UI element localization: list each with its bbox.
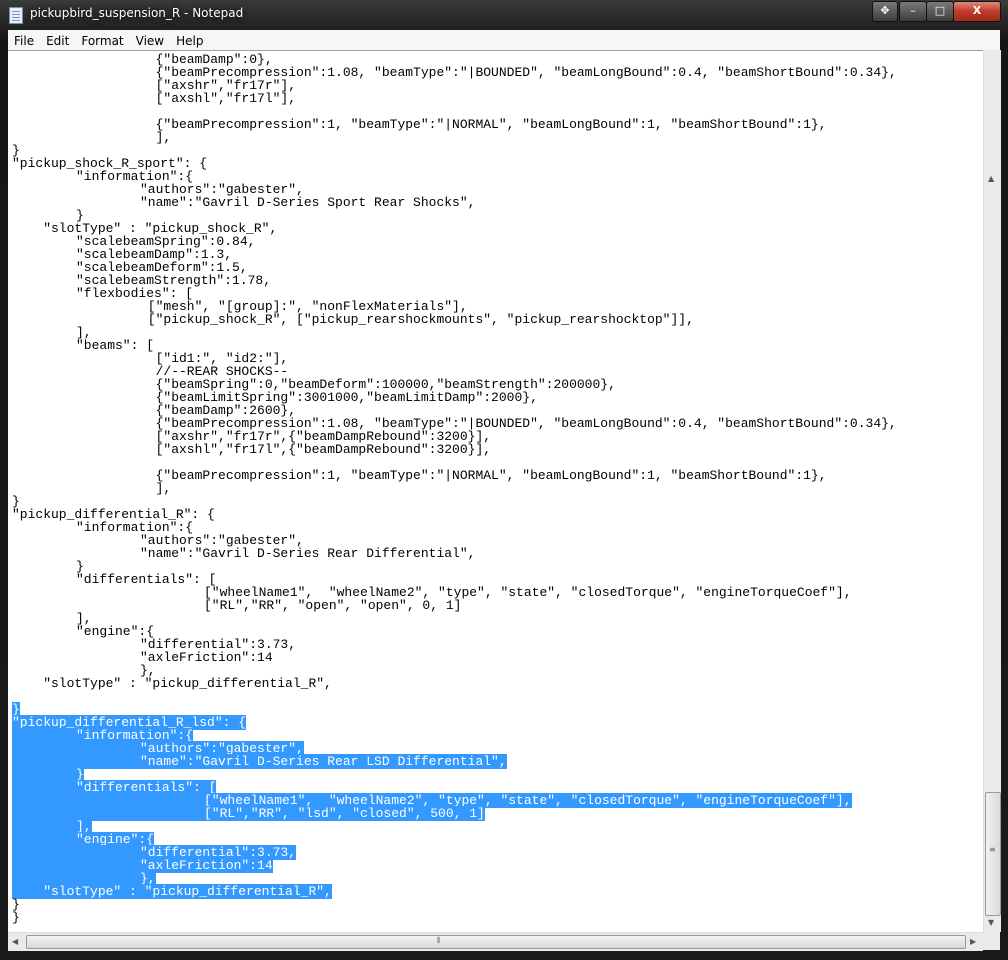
- menu-file[interactable]: File: [8, 31, 40, 48]
- line-content: "slotType" : "pickup_differential_R",: [12, 884, 332, 899]
- line-content: "name":"Gavril D-Series Rear LSD Differe…: [12, 754, 507, 769]
- menu-edit[interactable]: Edit: [40, 31, 75, 48]
- line-content: }: [12, 910, 20, 925]
- text-line: }: [12, 911, 897, 924]
- line-content: ["pickup_shock_R", ["pickup_rearshockmou…: [12, 312, 694, 327]
- line-content: ["axshl","fr17l",{"beamDampRebound":3200…: [12, 442, 492, 457]
- menu-format[interactable]: Format: [75, 31, 129, 48]
- text-line: }: [12, 898, 897, 911]
- text-line: ],: [12, 482, 897, 495]
- text-line: "name":"Gavril D-Series Rear Differentia…: [12, 547, 897, 560]
- grip-icon: ≡: [989, 845, 996, 854]
- vertical-scroll-thumb[interactable]: ≡: [985, 792, 1001, 916]
- horizontal-scroll-thumb[interactable]: ⦀: [26, 935, 966, 949]
- line-content: "slotType" : "pickup_differential_R",: [12, 676, 332, 691]
- text-line: "slotType" : "pickup_differential_R",: [12, 677, 897, 690]
- scroll-down-arrow-icon[interactable]: ▼: [988, 918, 994, 927]
- text-line: ["axshl","fr17l"],: [12, 92, 897, 105]
- line-content: ["axshl","fr17l"],: [12, 91, 297, 106]
- selected-text-line: "slotType" : "pickup_differential_R",: [12, 884, 897, 899]
- text-line: "name":"Gavril D-Series Sport Rear Shock…: [12, 196, 897, 209]
- maximize-button[interactable]: □: [926, 1, 954, 22]
- grip-icon: ⦀: [437, 936, 441, 945]
- scrollbar-corner: [983, 932, 1000, 950]
- move-icon[interactable]: ✥: [872, 1, 898, 22]
- text-line: ["RL","RR", "open", "open", 0, 1]: [12, 599, 897, 612]
- text-line: ["axshl","fr17l",{"beamDampRebound":3200…: [12, 443, 897, 456]
- scroll-left-arrow-icon[interactable]: ◀: [12, 937, 18, 946]
- title-bar[interactable]: pickupbird_suspension_R - Notepad ✥ – □ …: [0, 0, 1008, 30]
- selected-text-line: ["RL","RR", "lsd", "closed", 500, 1]: [12, 806, 897, 821]
- scroll-up-arrow-icon[interactable]: ▲: [988, 174, 994, 183]
- document-text[interactable]: {"beamDamp":0}, {"beamPrecompression":1.…: [12, 53, 897, 924]
- line-content: ],: [12, 130, 172, 145]
- scroll-right-arrow-icon[interactable]: ▶: [970, 937, 976, 946]
- horizontal-scrollbar[interactable]: ◀ ⦀ ▶: [8, 932, 983, 951]
- minimize-button[interactable]: –: [899, 1, 927, 22]
- window-title: pickupbird_suspension_R - Notepad: [30, 6, 244, 20]
- vertical-scrollbar[interactable]: ▲ ≡ ▼: [983, 50, 1001, 932]
- close-button[interactable]: X: [953, 1, 1001, 22]
- menu-help[interactable]: Help: [170, 31, 209, 48]
- text-editor[interactable]: {"beamDamp":0}, {"beamPrecompression":1.…: [8, 50, 983, 933]
- text-line: [12, 690, 897, 703]
- menu-bar: File Edit Format View Help: [8, 30, 1000, 50]
- notepad-app-icon[interactable]: [9, 7, 23, 24]
- menu-view[interactable]: View: [130, 31, 170, 48]
- text-line: ["pickup_shock_R", ["pickup_rearshockmou…: [12, 313, 897, 326]
- selected-text-line: "name":"Gavril D-Series Rear LSD Differe…: [12, 754, 897, 769]
- line-content: ],: [12, 481, 172, 496]
- notepad-window: pickupbird_suspension_R - Notepad ✥ – □ …: [0, 0, 1008, 960]
- text-line: ],: [12, 131, 897, 144]
